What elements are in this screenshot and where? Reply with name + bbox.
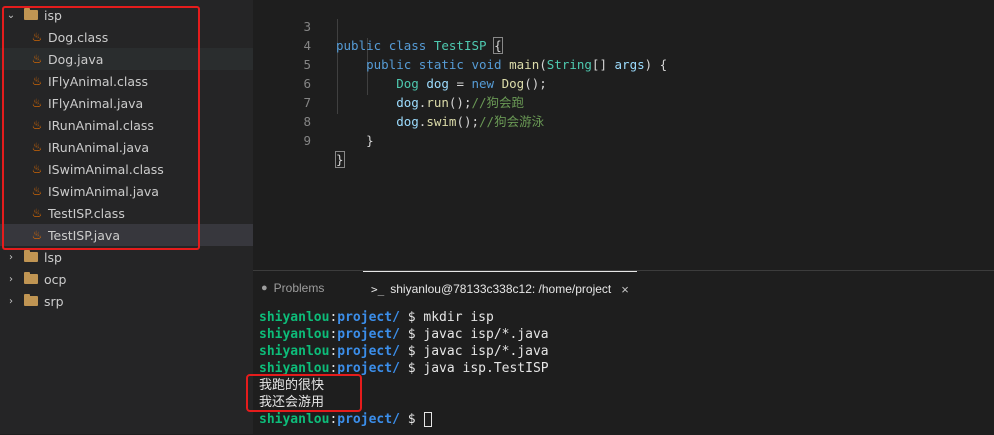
chevron-right-icon[interactable]: › [4, 252, 18, 263]
file-label: IFlyAnimal.class [48, 73, 149, 89]
folder-lsp[interactable]: › lsp [0, 246, 253, 268]
java-icon: ♨ [31, 184, 43, 198]
java-icon: ♨ [31, 52, 43, 66]
folder-icon [24, 294, 38, 306]
file-item[interactable]: ♨ Dog.java [0, 48, 253, 70]
file-explorer: ⌄ isp ♨ Dog.class ♨ Dog.java ♨ IFlyAnima… [0, 0, 253, 434]
file-label: ISwimAnimal.class [48, 161, 164, 177]
java-icon: ♨ [31, 74, 43, 88]
chevron-right-icon[interactable]: › [4, 274, 18, 285]
chevron-down-icon[interactable]: ⌄ [4, 10, 18, 21]
java-icon: ♨ [31, 96, 43, 110]
java-icon: ♨ [31, 140, 43, 154]
terminal-line: shiyanlou:project/ $ javac isp/*.java [259, 327, 549, 342]
folder-icon [24, 8, 38, 20]
code-text: } [336, 133, 374, 148]
java-icon: ♨ [31, 118, 43, 132]
code-line: 8 } [253, 93, 994, 148]
folder-label: ocp [44, 271, 67, 287]
code-line: 5 Dog dog = new Dog(); [253, 36, 994, 91]
terminal-line: shiyanlou:project/ $ java isp.TestISP [259, 361, 549, 376]
code-editor[interactable]: 3 public class TestISP { 4 public static… [253, 0, 994, 270]
file-label: TestISP.class [48, 205, 125, 221]
file-label: TestISP.java [48, 227, 120, 243]
line-number: 9 [303, 133, 311, 148]
tab-label: Problems [273, 281, 325, 295]
folder-ocp[interactable]: › ocp [0, 268, 253, 290]
terminal-line: shiyanlou:project/ $ mkdir isp [259, 310, 494, 325]
file-label: Dog.java [48, 51, 104, 67]
file-item[interactable]: ♨ IFlyAnimal.java [0, 92, 253, 114]
folder-label: isp [44, 7, 62, 23]
folder-label: lsp [44, 249, 62, 265]
java-icon: ♨ [31, 30, 43, 44]
tab-problems[interactable]: ● Problems [261, 271, 324, 305]
code-line: 4 public static void main(String[] args)… [253, 17, 994, 72]
file-label: IFlyAnimal.java [48, 95, 144, 111]
folder-label: srp [44, 293, 64, 309]
folder-icon [24, 272, 38, 284]
file-item[interactable]: ♨ ISwimAnimal.java [0, 180, 253, 202]
java-icon: ♨ [31, 228, 43, 242]
code-line: 6 dog.run();//狗会跑 [253, 55, 994, 110]
file-label: IRunAnimal.class [48, 117, 154, 133]
file-item[interactable]: ♨ IRunAnimal.java [0, 136, 253, 158]
code-line: 9 } [253, 112, 994, 168]
terminal-output-line: 我还会游用 [259, 395, 325, 410]
code-text: } [335, 151, 345, 168]
file-label: ISwimAnimal.java [48, 183, 159, 199]
folder-srp[interactable]: › srp [0, 290, 253, 312]
java-icon: ♨ [31, 206, 43, 220]
file-label: Dog.class [48, 29, 109, 45]
terminal-prompt: shiyanlou:project/ $ [259, 411, 433, 428]
code-line: 3 public class TestISP { [253, 0, 994, 54]
file-item[interactable]: ♨ IRunAnimal.class [0, 114, 253, 136]
java-icon: ♨ [31, 162, 43, 176]
terminal-line: shiyanlou:project/ $ javac isp/*.java [259, 344, 549, 359]
terminal-output-line: 我跑的很快 [259, 378, 325, 393]
info-icon: ● [261, 282, 268, 294]
chevron-right-icon[interactable]: › [4, 296, 18, 307]
file-item[interactable]: ♨ TestISP.class [0, 202, 253, 224]
file-item[interactable]: ♨ Dog.class [0, 26, 253, 48]
terminal-cursor [424, 412, 433, 427]
file-item[interactable]: ♨ ISwimAnimal.class [0, 158, 253, 180]
folder-icon [24, 250, 38, 262]
panel-tabs: ● Problems >_ shiyanlou@78133c338c12: /h… [253, 271, 994, 305]
file-item[interactable]: ♨ IFlyAnimal.class [0, 70, 253, 92]
file-label: IRunAnimal.java [48, 139, 150, 155]
tab-label: shiyanlou@78133c338c12: /home/project [390, 282, 612, 296]
folder-isp[interactable]: ⌄ isp [0, 4, 253, 26]
code-line: 7 dog.swim();//狗会游泳 [253, 74, 994, 129]
tab-terminal[interactable]: >_ shiyanlou@78133c338c12: /home/project… [363, 271, 637, 306]
close-icon[interactable]: × [621, 282, 629, 297]
terminal-icon: >_ [371, 282, 385, 296]
file-item-selected[interactable]: ♨ TestISP.java [0, 224, 253, 246]
